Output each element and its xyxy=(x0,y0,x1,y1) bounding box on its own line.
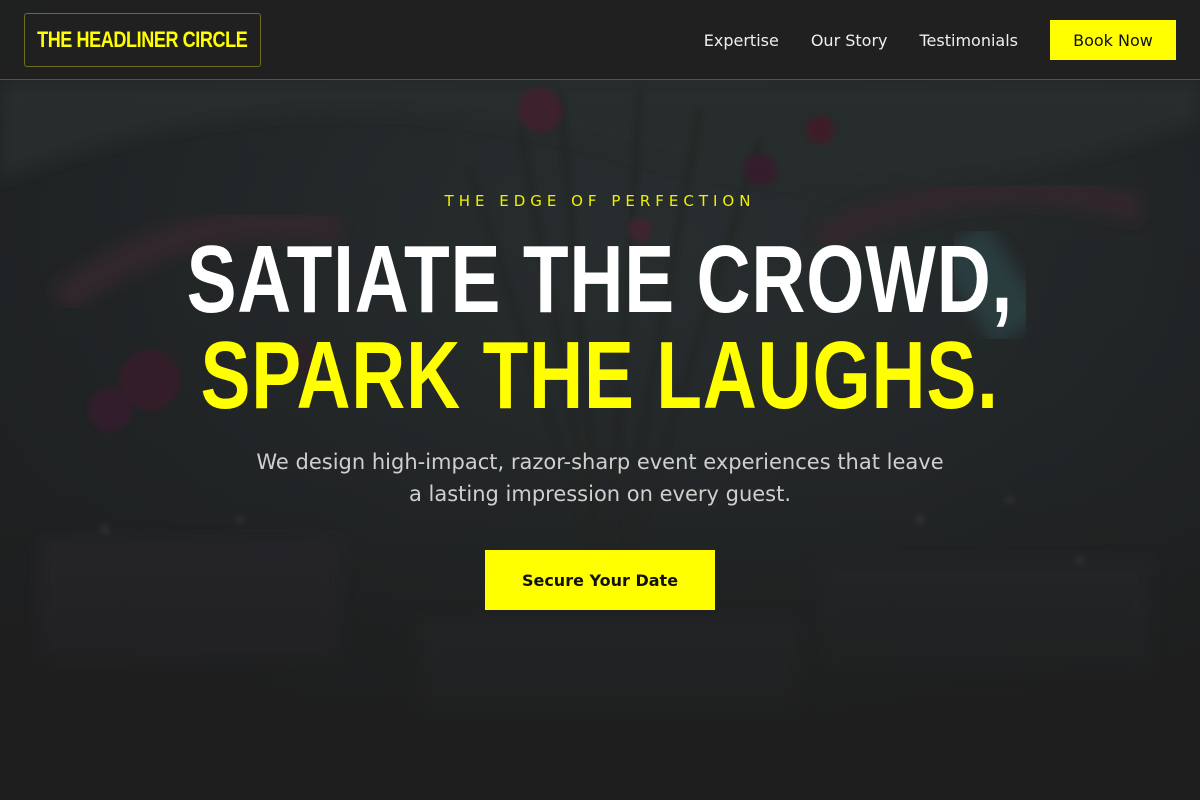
brand-name: THE HEADLINER CIRCLE xyxy=(37,27,248,52)
hero-headline-line-2: SPARK THE LAUGHS. xyxy=(0,328,1200,424)
hero-headline-line-2-text: SPARK THE LAUGHS. xyxy=(200,322,1000,429)
hero-headline-line-1: SATIATE THE CROWD, xyxy=(0,232,1200,328)
page: THE HEADLINER CIRCLE Expertise Our Story… xyxy=(0,0,1200,800)
secure-your-date-button[interactable]: Secure Your Date xyxy=(485,550,715,610)
hero-subtext: We design high-impact, razor-sharp event… xyxy=(256,450,944,506)
main-nav: Expertise Our Story Testimonials Book No… xyxy=(704,20,1176,60)
book-now-button[interactable]: Book Now xyxy=(1050,20,1176,60)
hero-headline-line-1-text: SATIATE THE CROWD, xyxy=(186,226,1014,333)
site-header: THE HEADLINER CIRCLE Expertise Our Story… xyxy=(0,0,1200,80)
nav-link-expertise[interactable]: Expertise xyxy=(704,31,779,50)
nav-link-testimonials[interactable]: Testimonials xyxy=(920,31,1019,50)
nav-link-our-story[interactable]: Our Story xyxy=(811,31,888,50)
brand-logo[interactable]: THE HEADLINER CIRCLE xyxy=(24,13,261,67)
hero-eyebrow: THE EDGE OF PERFECTION xyxy=(444,192,756,210)
